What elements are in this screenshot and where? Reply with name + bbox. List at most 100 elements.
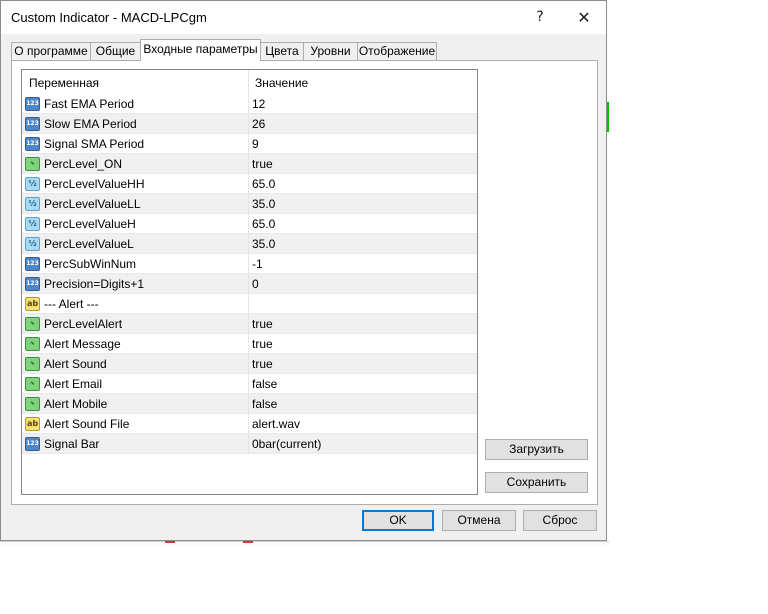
parameter-row[interactable]: ½ PercLevelValueHH 65.0 <box>22 174 477 194</box>
parameter-value[interactable]: true <box>252 314 273 333</box>
cell-divider <box>248 134 249 154</box>
parameter-value[interactable]: 9 <box>252 134 259 153</box>
parameter-name: PercLevel_ON <box>44 157 123 171</box>
parameter-value[interactable]: 0bar(current) <box>252 434 321 453</box>
parameter-row[interactable]: 123 Fast EMA Period 12 <box>22 94 477 114</box>
cell-divider <box>248 214 249 234</box>
cell-divider <box>248 154 249 174</box>
reset-button[interactable]: Сброс <box>523 510 597 531</box>
background-chart-area <box>0 541 609 545</box>
parameter-name: Fast EMA Period <box>44 97 135 111</box>
parameter-value[interactable]: true <box>252 354 273 373</box>
cancel-button[interactable]: Отмена <box>442 510 516 531</box>
tab-colors[interactable]: Цвета <box>260 42 304 60</box>
integer-type-icon: 123 <box>25 277 40 291</box>
parameter-name: PercLevelValueLL <box>44 197 141 211</box>
cell-divider <box>248 94 249 114</box>
parameter-value[interactable]: false <box>252 374 277 393</box>
parameter-value[interactable]: 65.0 <box>252 174 275 193</box>
parameter-value[interactable]: true <box>252 154 273 173</box>
tab-about[interactable]: О программе <box>11 42 91 60</box>
cell-divider <box>248 294 249 314</box>
tab-common[interactable]: Общие <box>90 42 141 60</box>
cell-divider <box>248 234 249 254</box>
parameter-value[interactable]: 12 <box>252 94 265 113</box>
column-header-value[interactable]: Значение <box>255 70 308 94</box>
double-type-icon: ½ <box>25 217 40 231</box>
cell-divider <box>248 394 249 414</box>
cell-divider <box>248 374 249 394</box>
parameter-row[interactable]: ab Alert Sound File alert.wav <box>22 414 477 434</box>
parameter-name: Signal Bar <box>44 437 100 451</box>
integer-type-icon: 123 <box>25 97 40 111</box>
parameter-row[interactable]: ∿ Alert Message true <box>22 334 477 354</box>
title-bar[interactable]: Custom Indicator - MACD-LPCgm ? ✕ <box>1 1 606 34</box>
cell-divider <box>248 174 249 194</box>
boolean-type-icon: ∿ <box>25 377 40 391</box>
parameter-name: --- Alert --- <box>44 297 99 311</box>
grid-header: Переменная Значение <box>22 70 477 94</box>
parameter-name: PercLevelValueHH <box>44 177 145 191</box>
parameter-value[interactable]: alert.wav <box>252 414 300 433</box>
double-type-icon: ½ <box>25 197 40 211</box>
save-button[interactable]: Сохранить <box>485 472 588 493</box>
parameter-row[interactable]: ½ PercLevelValueL 35.0 <box>22 234 477 254</box>
boolean-type-icon: ∿ <box>25 317 40 331</box>
cell-divider <box>248 354 249 374</box>
parameter-name: PercLevelAlert <box>44 317 123 331</box>
parameters-grid: Переменная Значение 123 Fast EMA Period 12… <box>21 69 478 495</box>
parameter-row[interactable]: ∿ Alert Mobile false <box>22 394 477 414</box>
parameter-row[interactable]: ∿ PercLevelAlert true <box>22 314 477 334</box>
tab-levels[interactable]: Уровни <box>303 42 358 60</box>
ok-button[interactable]: OK <box>362 510 434 531</box>
parameter-row[interactable]: 123 Slow EMA Period 26 <box>22 114 477 134</box>
parameter-row[interactable]: 123 PercSubWinNum -1 <box>22 254 477 274</box>
parameter-row[interactable]: ∿ Alert Sound true <box>22 354 477 374</box>
parameter-name: Alert Message <box>44 337 121 351</box>
help-button[interactable]: ? <box>518 1 562 33</box>
integer-type-icon: 123 <box>25 437 40 451</box>
parameter-value[interactable]: 35.0 <box>252 194 275 213</box>
parameter-row[interactable]: ∿ PercLevel_ON true <box>22 154 477 174</box>
parameter-row[interactable]: ½ PercLevelValueH 65.0 <box>22 214 477 234</box>
boolean-type-icon: ∿ <box>25 357 40 371</box>
parameter-name: Alert Sound <box>44 357 107 371</box>
tab-visualization[interactable]: Отображение <box>357 42 437 60</box>
parameter-value[interactable]: -1 <box>252 254 263 273</box>
load-button[interactable]: Загрузить <box>485 439 588 460</box>
tab-inputs[interactable]: Входные параметры <box>140 39 261 61</box>
parameter-row[interactable]: ab --- Alert --- <box>22 294 477 314</box>
parameter-name: Alert Email <box>44 377 103 391</box>
parameter-row[interactable]: ½ PercLevelValueLL 35.0 <box>22 194 477 214</box>
parameter-name: Alert Mobile <box>44 397 108 411</box>
string-type-icon: ab <box>25 417 40 431</box>
parameter-row[interactable]: 123 Signal SMA Period 9 <box>22 134 477 154</box>
parameter-value[interactable]: 0 <box>252 274 259 293</box>
parameter-value[interactable]: 65.0 <box>252 214 275 233</box>
cell-divider <box>248 414 249 434</box>
parameter-value[interactable]: false <box>252 394 277 413</box>
double-type-icon: ½ <box>25 237 40 251</box>
boolean-type-icon: ∿ <box>25 157 40 171</box>
parameter-value[interactable]: 26 <box>252 114 265 133</box>
parameter-name: Slow EMA Period <box>44 117 137 131</box>
window-title: Custom Indicator - MACD-LPCgm <box>11 10 207 25</box>
boolean-type-icon: ∿ <box>25 337 40 351</box>
integer-type-icon: 123 <box>25 137 40 151</box>
parameter-row[interactable]: 123 Signal Bar 0bar(current) <box>22 434 477 454</box>
parameter-row[interactable]: ∿ Alert Email false <box>22 374 477 394</box>
parameter-name: PercSubWinNum <box>44 257 137 271</box>
parameter-name: PercLevelValueH <box>44 217 136 231</box>
close-button[interactable]: ✕ <box>562 1 606 33</box>
parameter-name: PercLevelValueL <box>44 237 134 251</box>
parameter-name: Precision=Digits+1 <box>44 277 145 291</box>
parameter-value[interactable]: true <box>252 334 273 353</box>
parameter-value[interactable]: 35.0 <box>252 234 275 253</box>
parameter-row[interactable]: 123 Precision=Digits+1 0 <box>22 274 477 294</box>
cell-divider <box>248 254 249 274</box>
column-header-variable[interactable]: Переменная <box>29 70 99 94</box>
background-chart-tick <box>243 541 253 543</box>
integer-type-icon: 123 <box>25 117 40 131</box>
column-divider[interactable] <box>248 70 249 94</box>
cell-divider <box>248 434 249 454</box>
